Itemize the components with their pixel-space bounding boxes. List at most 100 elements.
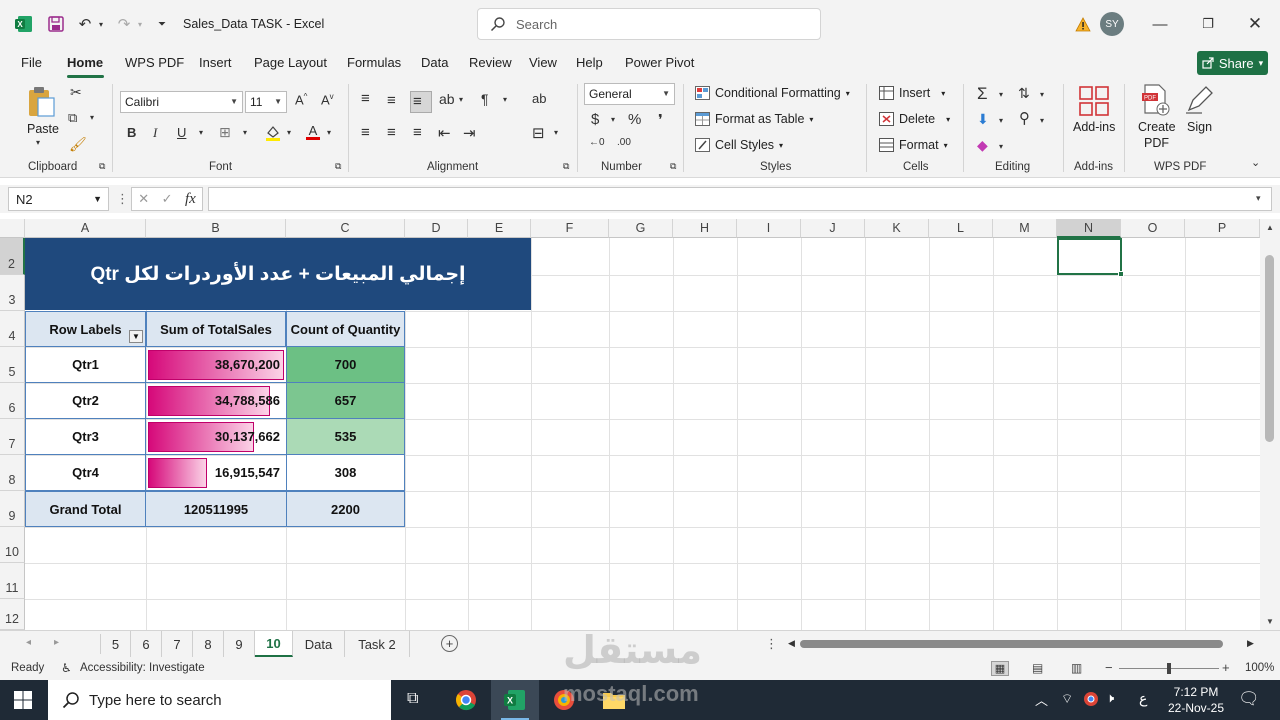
wrap-text-icon[interactable]: ab xyxy=(532,91,546,106)
pivot-row-label[interactable]: Qtr2 xyxy=(25,383,146,419)
zoom-out-icon[interactable]: − xyxy=(1105,660,1113,675)
pivot-sales-cell[interactable]: 38,670,200 xyxy=(146,347,286,383)
menu-data[interactable]: Data xyxy=(421,55,448,70)
pivot-qty-cell[interactable]: 308 xyxy=(286,455,405,491)
pivot-header-count-quantity[interactable]: Count of Quantity xyxy=(286,311,405,347)
customize-qat-icon[interactable]: ⏷ xyxy=(154,12,170,36)
fill-down-icon[interactable]: ⬇ xyxy=(977,111,989,128)
sheet-tab-7[interactable]: 7 xyxy=(162,631,193,657)
row-header-2[interactable]: 2 xyxy=(0,238,25,275)
find-dropdown-icon[interactable]: ▾ xyxy=(1040,116,1044,125)
format-painter-icon[interactable]: 🖌 xyxy=(69,136,87,153)
font-launcher-icon[interactable]: ⧉ xyxy=(335,161,341,172)
increase-font-icon[interactable]: A^ xyxy=(295,92,307,107)
zoom-in-icon[interactable]: + xyxy=(1222,660,1230,675)
redo-icon[interactable]: ↷ xyxy=(113,12,135,36)
orientation-dropdown-icon[interactable]: ▾ xyxy=(459,95,463,104)
sign-button[interactable]: Sign xyxy=(1187,120,1212,134)
column-header-o[interactable]: O xyxy=(1121,219,1185,238)
sign-icon[interactable] xyxy=(1184,85,1214,118)
text-direction-icon[interactable]: ¶ xyxy=(481,91,489,107)
tab-next-icon[interactable]: ▸ xyxy=(54,637,59,648)
sheet-tab-8[interactable]: 8 xyxy=(193,631,224,657)
page-layout-view-icon[interactable]: ▤ xyxy=(1032,661,1043,675)
font-color-icon[interactable]: A xyxy=(305,123,321,144)
menu-home[interactable]: Home xyxy=(67,55,103,70)
copy-dropdown-icon[interactable]: ▾ xyxy=(90,113,94,122)
sheet-tab-task-2[interactable]: Task 2 xyxy=(345,631,410,657)
sheet-tab-10[interactable]: 10 xyxy=(255,631,293,657)
expand-formula-bar-icon[interactable]: ▾ xyxy=(1256,193,1261,204)
conditional-formatting-button[interactable]: Conditional Formatting ▾ xyxy=(695,86,850,100)
increase-decimal-icon[interactable]: ←0 xyxy=(589,137,605,148)
tab-split-handle-icon[interactable]: ⋮ xyxy=(765,636,778,652)
scroll-right-icon[interactable]: ▶ xyxy=(1247,638,1254,649)
taskbar-search[interactable]: Type here to search xyxy=(48,680,391,720)
clipboard-launcher-icon[interactable]: ⧉ xyxy=(99,161,105,172)
vertical-scrollbar[interactable]: ▲ ▼ xyxy=(1260,219,1280,630)
underline-dropdown-icon[interactable]: ▾ xyxy=(199,128,203,137)
pivot-row-label[interactable]: Qtr1 xyxy=(25,347,146,383)
fill-dropdown-icon[interactable]: ▾ xyxy=(999,116,1003,125)
text-direction-dropdown-icon[interactable]: ▾ xyxy=(503,95,507,104)
row-header-5[interactable]: 5 xyxy=(0,347,25,383)
align-left-icon[interactable]: ≡ xyxy=(361,124,370,141)
column-header-b[interactable]: B xyxy=(146,219,286,238)
chrome-icon[interactable] xyxy=(455,689,477,714)
fill-color-dropdown-icon[interactable]: ▾ xyxy=(287,128,291,137)
row-header-10[interactable]: 10 xyxy=(0,527,25,563)
column-header-j[interactable]: J xyxy=(801,219,865,238)
menu-view[interactable]: View xyxy=(529,55,557,70)
delete-cells-button[interactable]: Delete ▾ xyxy=(879,112,950,126)
cell-styles-button[interactable]: Cell Styles ▾ xyxy=(695,138,783,152)
paste-button[interactable]: Paste xyxy=(27,122,59,136)
italic-icon[interactable]: I xyxy=(153,125,157,141)
sort-filter-dropdown-icon[interactable]: ▾ xyxy=(1040,90,1044,99)
column-header-c[interactable]: C xyxy=(286,219,405,238)
name-box[interactable]: N2 ▼ xyxy=(8,187,109,211)
column-header-i[interactable]: I xyxy=(737,219,801,238)
selected-cell-n2[interactable] xyxy=(1057,238,1122,275)
merge-dropdown-icon[interactable]: ▾ xyxy=(554,128,558,137)
underline-icon[interactable]: U xyxy=(177,125,186,140)
add-sheet-icon[interactable]: + xyxy=(441,635,458,652)
fill-color-icon[interactable] xyxy=(265,124,281,145)
minimize-icon[interactable]: — xyxy=(1150,12,1170,36)
cancel-icon[interactable]: ✕ xyxy=(138,191,149,207)
number-launcher-icon[interactable]: ⧉ xyxy=(670,161,676,172)
copy-icon[interactable]: ⧉ xyxy=(68,110,77,126)
horizontal-scroll-thumb[interactable] xyxy=(800,640,1223,648)
row-header-6[interactable]: 6 xyxy=(0,383,25,419)
scroll-left-icon[interactable]: ◀ xyxy=(788,638,795,649)
more-options-icon[interactable]: ⋮ xyxy=(116,191,129,207)
decrease-indent-icon[interactable]: ⇤ xyxy=(438,124,451,142)
sheet-tab-9[interactable]: 9 xyxy=(224,631,255,657)
grand-total-sales[interactable]: 120511995 xyxy=(146,491,286,527)
format-cells-button[interactable]: Format ▾ xyxy=(879,138,948,152)
align-top-icon[interactable]: ≡ xyxy=(361,90,370,107)
column-header-l[interactable]: L xyxy=(929,219,993,238)
column-header-n[interactable]: N xyxy=(1057,219,1121,238)
undo-dropdown-icon[interactable]: ▾ xyxy=(96,12,106,36)
align-center-icon[interactable]: ≡ xyxy=(387,124,396,141)
collapse-ribbon-icon[interactable]: ⌄ xyxy=(1251,156,1260,169)
grand-total-label[interactable]: Grand Total xyxy=(25,491,146,527)
pivot-qty-cell[interactable]: 657 xyxy=(286,383,405,419)
scroll-down-icon[interactable]: ▼ xyxy=(1266,617,1274,626)
share-button[interactable]: Share ▾ xyxy=(1197,51,1268,75)
borders-icon[interactable]: ⊞ xyxy=(219,124,231,141)
create-pdf-icon[interactable]: PDF xyxy=(1141,84,1171,119)
notifications-icon[interactable]: 🗨 xyxy=(1238,689,1260,709)
increase-indent-icon[interactable]: ⇥ xyxy=(463,124,476,142)
pivot-sales-cell[interactable]: 34,788,586 xyxy=(146,383,286,419)
menu-help[interactable]: Help xyxy=(576,55,603,70)
pivot-row-label[interactable]: Qtr4 xyxy=(25,455,146,491)
user-avatar[interactable]: SY xyxy=(1100,12,1124,36)
currency-dropdown-icon[interactable]: ▾ xyxy=(611,115,615,124)
autosum-dropdown-icon[interactable]: ▾ xyxy=(999,90,1003,99)
grand-total-qty[interactable]: 2200 xyxy=(286,491,405,527)
formula-input[interactable] xyxy=(208,187,1272,211)
column-header-f[interactable]: F xyxy=(531,219,609,238)
menu-file[interactable]: File xyxy=(21,55,42,70)
currency-icon[interactable]: $ xyxy=(591,111,599,128)
